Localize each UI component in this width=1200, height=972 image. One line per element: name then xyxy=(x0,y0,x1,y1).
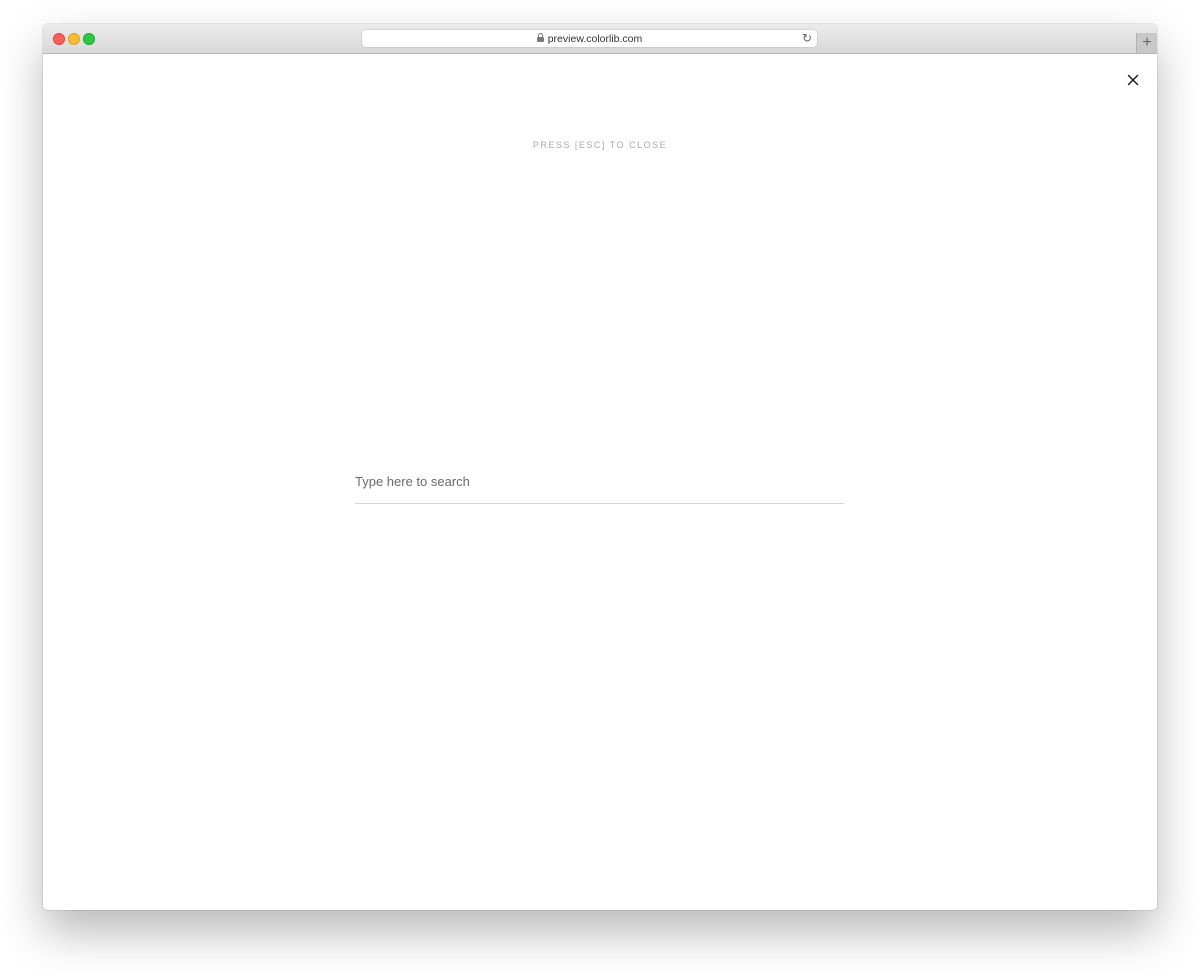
browser-titlebar: preview.colorlib.com ↻ + xyxy=(43,24,1157,54)
search-overlay: PRESS [ESC] TO CLOSE xyxy=(43,54,1157,910)
browser-window: preview.colorlib.com ↻ + PRESS [ESC] TO … xyxy=(43,24,1157,910)
window-minimize-button[interactable] xyxy=(68,33,80,45)
address-url: preview.colorlib.com xyxy=(547,32,643,45)
search-input[interactable] xyxy=(355,459,844,503)
esc-hint: PRESS [ESC] TO CLOSE xyxy=(532,140,668,150)
window-close-button[interactable] xyxy=(53,33,65,45)
window-zoom-button[interactable] xyxy=(83,33,95,45)
search-field xyxy=(355,459,844,504)
lock-icon xyxy=(536,33,544,42)
new-tab-button[interactable]: + xyxy=(1136,33,1157,53)
address-bar[interactable]: preview.colorlib.com ↻ xyxy=(362,30,817,47)
close-icon[interactable] xyxy=(1125,72,1141,88)
reload-icon[interactable]: ↻ xyxy=(802,31,812,46)
